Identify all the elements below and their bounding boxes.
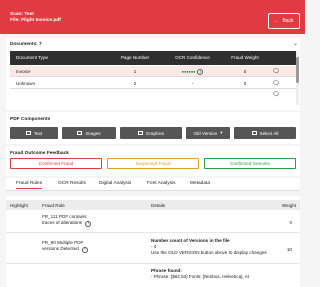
file-name: File: Flight Invoice.pdf bbox=[10, 18, 61, 23]
table-row[interactable]: Invoice 1 ●●●●●● i 0 🗨 bbox=[10, 66, 296, 77]
select-all-button[interactable]: Select All bbox=[234, 127, 296, 139]
app-header: Scan: Test File: Flight Invoice.pdf ← Ba… bbox=[0, 0, 305, 34]
scrollbar[interactable] bbox=[296, 51, 299, 105]
text-icon bbox=[25, 131, 31, 135]
rule-label: FR_90 Multiple PDF versions Detected bbox=[42, 240, 84, 252]
table-row[interactable]: FR_111 PDF contains traces of alteration… bbox=[6, 211, 300, 233]
ocr-confidence: ●●●●●● i bbox=[160, 66, 225, 77]
analysis-tabs: Fraud Rules OCR Results Digital Analysis… bbox=[6, 178, 300, 191]
confidence-dots: ●●●●●● bbox=[181, 69, 196, 74]
tab-fraud-rules[interactable]: Fraud Rules bbox=[16, 181, 43, 189]
tab-digital-analysis[interactable]: Digital Analysis bbox=[99, 181, 131, 186]
comment-icon[interactable]: 🗨 bbox=[268, 78, 284, 89]
col-details: Details bbox=[151, 202, 166, 208]
detail-title: Phrase found: bbox=[151, 268, 182, 273]
doc-type: Unknown bbox=[16, 81, 36, 86]
rule-text: FR_111 PDF contains traces of alteration… bbox=[42, 214, 100, 227]
back-button[interactable]: ← Back bbox=[268, 13, 300, 29]
doc-type: Invoice bbox=[16, 69, 31, 74]
col-weight: Weight bbox=[281, 202, 296, 208]
fraud-feedback-panel: Fraud Outcome Feedback Confirmed Fraud S… bbox=[6, 146, 300, 176]
table-row[interactable]: 🗨 bbox=[10, 90, 296, 98]
suspected-fraud-button[interactable]: Suspected Fraud bbox=[107, 158, 199, 169]
chevron-down-icon[interactable]: ⌄ bbox=[293, 40, 298, 47]
confirmed-genuine-button[interactable]: Confirmed Genuine bbox=[204, 158, 296, 169]
pdf-components-panel: PDF Components Text Images Graphics Old … bbox=[6, 112, 300, 144]
detail-line: Use the OLD VERSION button above to disp… bbox=[151, 249, 267, 255]
tab-ocr-results[interactable]: OCR Results bbox=[58, 181, 86, 186]
comment-icon[interactable]: 🗨 bbox=[268, 66, 284, 77]
table-row[interactable]: Unknown 2 - 0 🗨 bbox=[10, 78, 296, 89]
arrow-left-icon: ← bbox=[274, 18, 280, 24]
text-button[interactable]: Text bbox=[10, 127, 58, 139]
images-label: Images bbox=[85, 130, 101, 136]
old-version-button[interactable]: Old Version ▾ bbox=[186, 127, 230, 139]
text-label: Text bbox=[33, 130, 43, 136]
image-icon bbox=[77, 131, 83, 135]
detail-line: - Phrase: [$62.53] Fonts: [Nimbus, Helve… bbox=[151, 273, 250, 279]
documents-panel: Documents: 7 ⌄ Document Type Page Number… bbox=[6, 38, 300, 110]
col-document-type: Document Type bbox=[16, 54, 49, 60]
documents-table-header: Document Type Page Number OCR Confidence… bbox=[10, 51, 296, 65]
page-number: 1 bbox=[133, 69, 137, 74]
col-fraud-weight: Fraud Weight bbox=[231, 54, 259, 60]
rule-weight: 10 bbox=[286, 247, 292, 252]
fraud-weight: 0 bbox=[243, 81, 247, 86]
col-page-number: Page Number bbox=[120, 54, 150, 60]
info-icon[interactable]: i bbox=[82, 246, 89, 253]
rules-table-header: Highlight Fraud Rule Details Weight bbox=[6, 200, 300, 210]
back-label: Back bbox=[282, 18, 294, 24]
confirmed-fraud-button[interactable]: Confirmed Fraud bbox=[10, 158, 102, 169]
rule-details: Phrase found: - Phrase: [$62.53] Fonts: … bbox=[151, 268, 276, 280]
col-highlight: Highlight bbox=[10, 202, 28, 208]
fraud-rules-table: Highlight Fraud Rule Details Weight FR_1… bbox=[6, 196, 300, 287]
tab-metadata[interactable]: Metadata bbox=[190, 181, 210, 186]
table-row[interactable]: FR_90 Multiple PDF versions Detected i N… bbox=[6, 234, 300, 264]
documents-title: Documents: 7 bbox=[10, 42, 42, 47]
fraud-weight: 0 bbox=[243, 69, 247, 74]
graphics-icon bbox=[137, 131, 143, 135]
graphics-button[interactable]: Graphics bbox=[120, 127, 182, 139]
rule-weight: 0 bbox=[289, 220, 292, 225]
ocr-confidence: - bbox=[191, 81, 194, 86]
rule-details: Number count of Versions in the file - 4… bbox=[151, 238, 276, 256]
pdf-components-title: PDF Components bbox=[10, 117, 51, 122]
select-all-label: Select All bbox=[259, 130, 279, 136]
info-icon[interactable]: i bbox=[85, 220, 92, 227]
images-button[interactable]: Images bbox=[62, 127, 116, 139]
select-all-icon bbox=[251, 131, 257, 135]
tab-font-analysis[interactable]: Font Analysis bbox=[147, 181, 176, 186]
col-ocr-confidence: OCR Confidence bbox=[175, 54, 210, 60]
page-number: 2 bbox=[133, 81, 137, 86]
table-row[interactable]: Phrase found: - Phrase: [$62.53] Fonts: … bbox=[6, 265, 300, 287]
col-fraud-rule: Fraud Rule bbox=[42, 202, 65, 208]
detail-line: - 4 bbox=[151, 243, 157, 249]
comment-icon[interactable]: 🗨 bbox=[268, 90, 284, 98]
scroll-thumb[interactable] bbox=[296, 57, 299, 83]
old-version-label: Old Version bbox=[193, 130, 218, 136]
fraud-feedback-title: Fraud Outcome Feedback bbox=[10, 151, 69, 156]
rule-text: FR_90 Multiple PDF versions Detected i bbox=[42, 240, 100, 253]
chevron-down-icon: ▾ bbox=[220, 130, 223, 135]
rule-label: FR_111 PDF contains traces of alteration… bbox=[42, 214, 87, 226]
scan-name: Scan: Test bbox=[10, 12, 34, 17]
graphics-label: Graphics bbox=[145, 130, 165, 136]
info-icon[interactable]: i bbox=[197, 68, 204, 75]
detail-title: Number count of Versions in the file bbox=[151, 238, 230, 243]
